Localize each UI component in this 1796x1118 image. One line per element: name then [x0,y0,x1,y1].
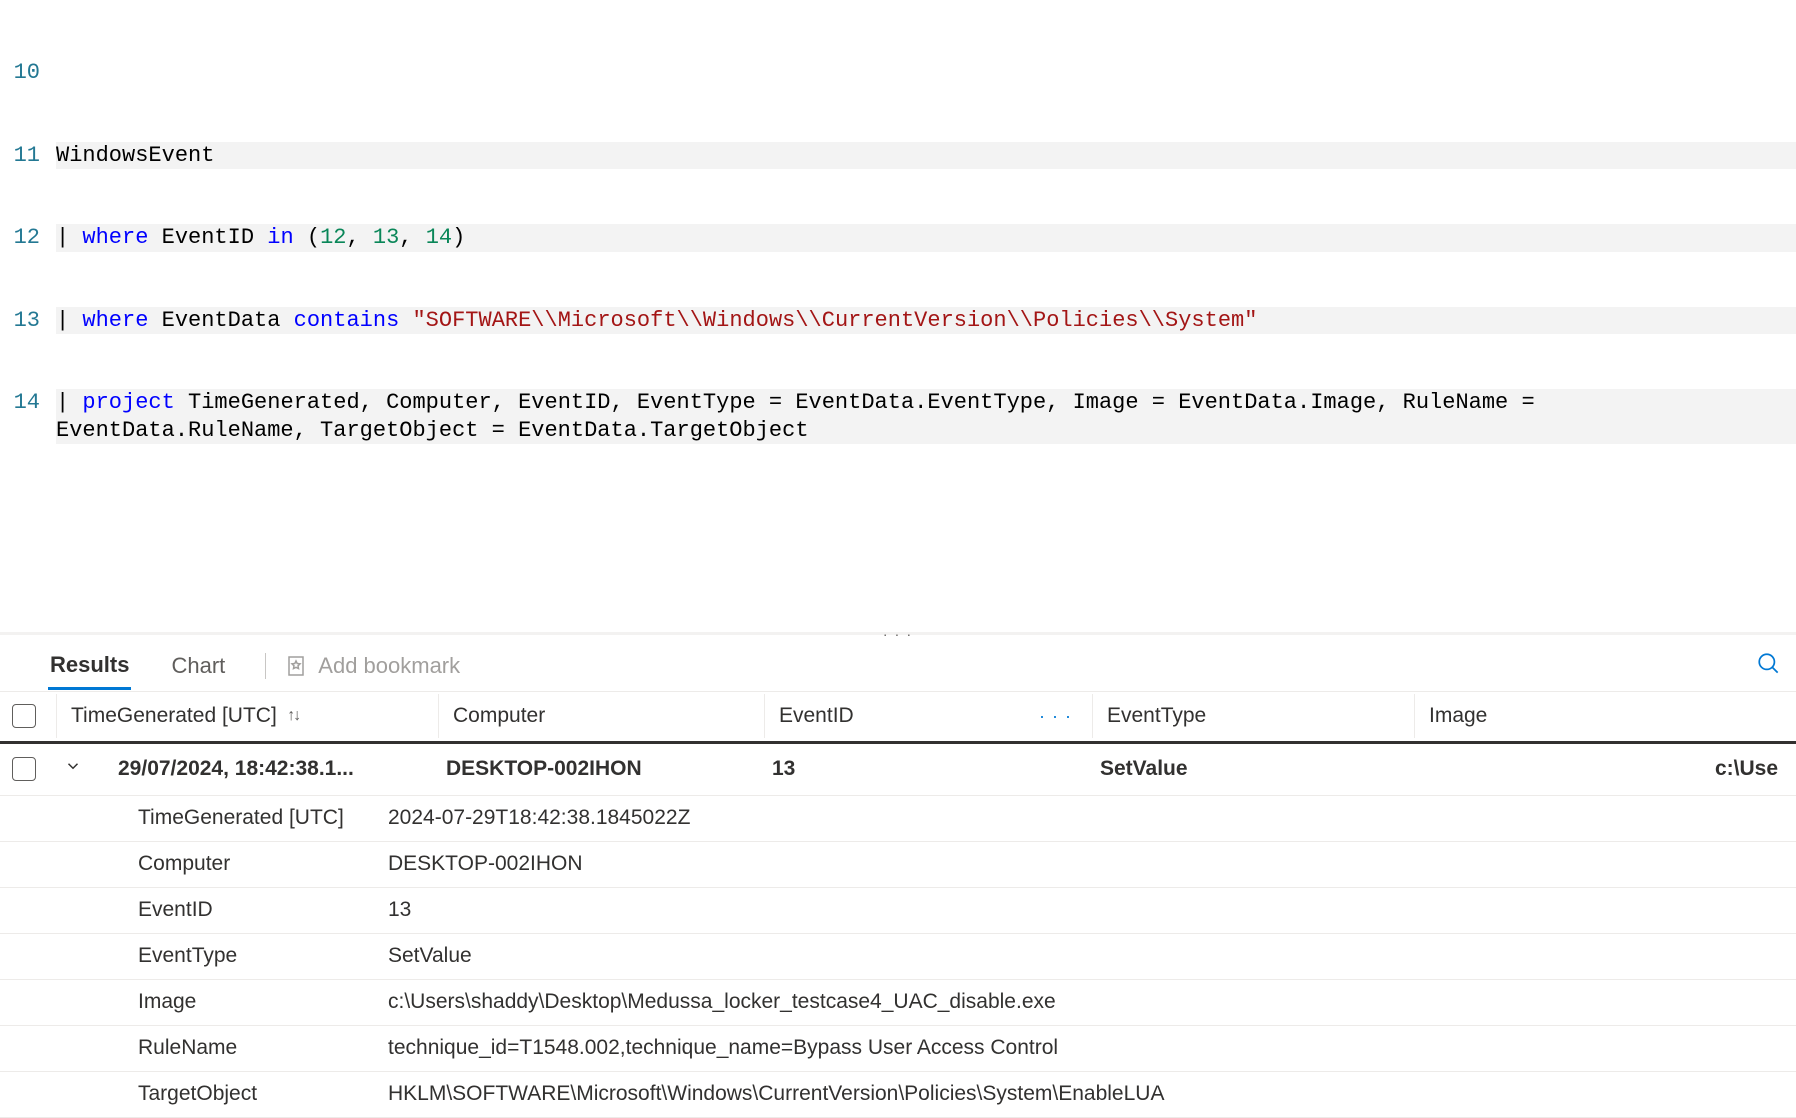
expand-row-toggle[interactable] [64,757,82,781]
chevron-down-icon [64,757,82,775]
select-all-checkbox[interactable] [12,704,36,728]
cell-computer: DESKTOP-002IHON [432,747,758,791]
code-line[interactable]: | where EventID in (12, 13, 14) [56,224,1796,252]
sort-icon: ↑↓ [285,707,299,725]
line-number: 14 [0,389,56,444]
separator [265,653,266,679]
detail-value[interactable]: 13 [388,898,1782,922]
column-header-eventtype[interactable]: EventType [1092,694,1414,738]
detail-row: Imagec:\Users\shaddy\Desktop\Medussa_loc… [0,980,1796,1026]
code-line[interactable]: | where EventData contains "SOFTWARE\\Mi… [56,307,1796,335]
column-header-eventid[interactable]: EventID · · · [764,694,1092,738]
code-line[interactable]: | project TimeGenerated, Computer, Event… [56,389,1796,444]
line-number: 11 [0,142,56,170]
column-header-computer[interactable]: Computer [438,694,764,738]
pane-splitter[interactable]: . . . [0,632,1796,640]
add-bookmark-button[interactable]: Add bookmark [284,653,460,679]
detail-value[interactable]: technique_id=T1548.002,technique_name=By… [388,1036,1782,1060]
column-header-image[interactable]: Image [1414,694,1796,738]
drag-handle-icon: . . . [883,623,912,639]
column-menu-icon[interactable]: · · · [1039,706,1078,727]
detail-key: EventType [138,944,388,968]
bookmark-star-icon [284,654,308,678]
column-header-timegenerated[interactable]: TimeGenerated [UTC] ↑↓ [56,694,438,738]
detail-value[interactable]: DESKTOP-002IHON [388,852,1782,876]
detail-value[interactable]: c:\Users\shaddy\Desktop\Medussa_locker_t… [388,990,1782,1014]
results-grid-header: TimeGenerated [UTC] ↑↓ Computer EventID … [0,692,1796,744]
code-line[interactable]: WindowsEvent [56,142,1796,170]
cell-image: c:\Use [1408,747,1796,791]
detail-key: TimeGenerated [UTC] [138,806,388,830]
cell-eventid: 13 [758,747,1086,791]
detail-key: TargetObject [138,1082,388,1106]
results-toolbar: Results Chart Add bookmark [0,640,1796,692]
detail-value[interactable]: HKLM\SOFTWARE\Microsoft\Windows\CurrentV… [388,1082,1782,1106]
detail-row: TargetObjectHKLM\SOFTWARE\Microsoft\Wind… [0,1072,1796,1118]
detail-key: Computer [138,852,388,876]
detail-row: EventTypeSetValue [0,934,1796,980]
table-row[interactable]: 29/07/2024, 18:42:38.1... DESKTOP-002IHO… [0,744,1796,796]
detail-row: TimeGenerated [UTC]2024-07-29T18:42:38.1… [0,796,1796,842]
detail-key: EventID [138,898,388,922]
add-bookmark-label: Add bookmark [318,653,460,679]
tab-chart[interactable]: Chart [169,643,227,689]
detail-value[interactable]: SetValue [388,944,1782,968]
tab-results[interactable]: Results [48,642,131,690]
detail-row: EventID13 [0,888,1796,934]
detail-value[interactable]: 2024-07-29T18:42:38.1845022Z [388,806,1782,830]
line-number: 10 [0,59,56,87]
cell-eventtype: SetValue [1086,747,1408,791]
line-number: 13 [0,307,56,335]
query-editor[interactable]: 10 11WindowsEvent 12| where EventID in (… [0,0,1796,472]
row-checkbox[interactable] [12,757,36,781]
cell-timegenerated: 29/07/2024, 18:42:38.1... [104,747,432,791]
detail-row: ComputerDESKTOP-002IHON [0,842,1796,888]
search-icon [1756,651,1782,677]
search-button[interactable] [1752,647,1786,686]
row-details: TimeGenerated [UTC]2024-07-29T18:42:38.1… [0,796,1796,1118]
detail-key: RuleName [138,1036,388,1060]
detail-key: Image [138,990,388,1014]
line-number: 12 [0,224,56,252]
detail-row: RuleNametechnique_id=T1548.002,technique… [0,1026,1796,1072]
